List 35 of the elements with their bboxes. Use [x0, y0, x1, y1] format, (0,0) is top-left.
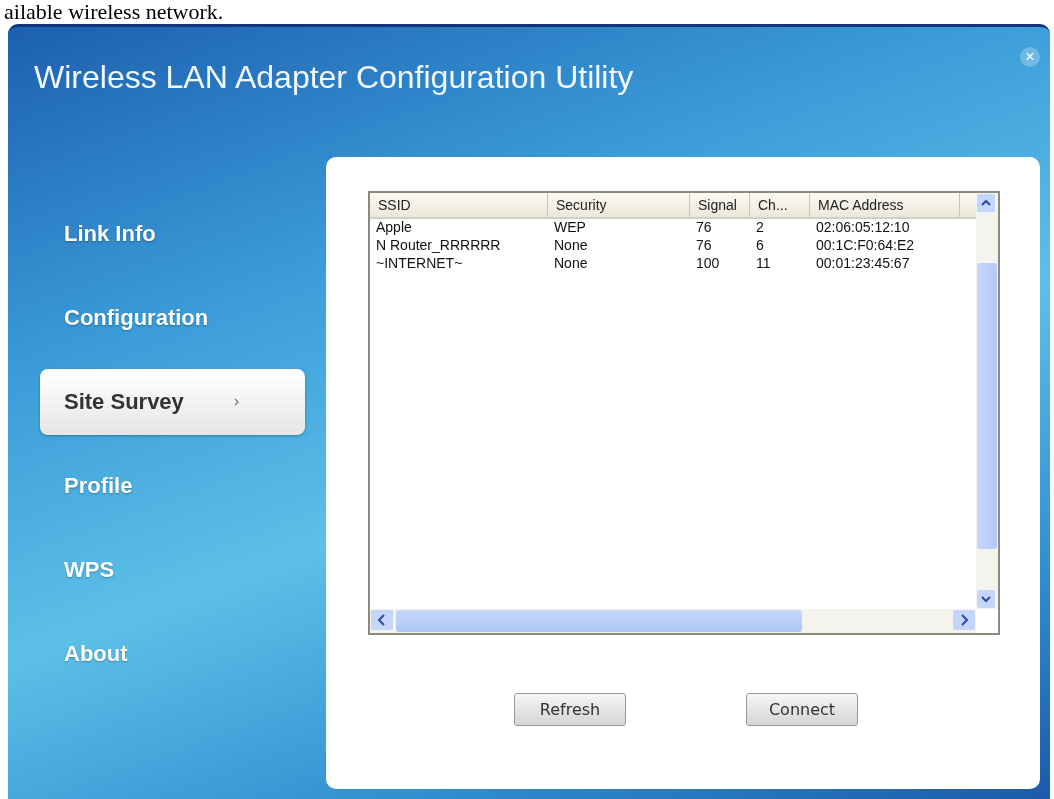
scroll-thumb[interactable] [977, 263, 997, 549]
table-cell-text: WEP [553, 219, 587, 237]
scroll-left-icon[interactable] [370, 609, 394, 631]
table-cell-text: ~INTERNET~ [375, 255, 464, 273]
table-cell-text: 00:1C:F0:64:E2 [815, 237, 916, 255]
table-cell-text: 76 [695, 219, 713, 237]
table-cell-text: 2 [755, 219, 765, 237]
scroll-right-icon[interactable] [952, 609, 976, 631]
column-header[interactable]: SSID [370, 193, 548, 217]
table-cell-text: 02:06:05:12:10 [815, 219, 911, 237]
scroll-up-icon[interactable] [976, 193, 996, 213]
column-header[interactable]: Signal [690, 193, 750, 217]
table-cell-text: Apple [375, 219, 413, 237]
table-cell-text: 100 [695, 255, 721, 273]
column-header[interactable]: MAC Address [810, 193, 960, 217]
vertical-scrollbar[interactable] [976, 193, 998, 609]
table-cell-text: None [553, 255, 589, 273]
action-button[interactable]: Connect [746, 693, 858, 726]
chevron-icon [233, 398, 239, 406]
sidebar-item[interactable]: Site Survey [40, 369, 305, 435]
horizontal-scrollbar[interactable] [370, 609, 976, 633]
window-title: Wireless LAN Adapter Configuration Utility [34, 59, 634, 96]
action-button[interactable]: Refresh [514, 693, 626, 726]
table-cell-text: 76 [695, 237, 713, 255]
table-cell-text: None [553, 237, 589, 255]
scroll-thumb[interactable] [396, 610, 802, 632]
column-header[interactable]: Security [548, 193, 690, 217]
table-cell-text: 11 [755, 255, 772, 273]
table-cell-text: 6 [755, 237, 765, 255]
table-cell-text: 00:01:23:45:67 [815, 255, 911, 273]
column-header[interactable]: Ch... [750, 193, 810, 217]
table-cell-text: N Router_RRRRRR [375, 237, 502, 255]
sidebar-item[interactable]: Link Info [40, 209, 180, 259]
scroll-down-icon[interactable] [976, 589, 996, 609]
document-text: ailable wireless network. [3, 0, 224, 24]
